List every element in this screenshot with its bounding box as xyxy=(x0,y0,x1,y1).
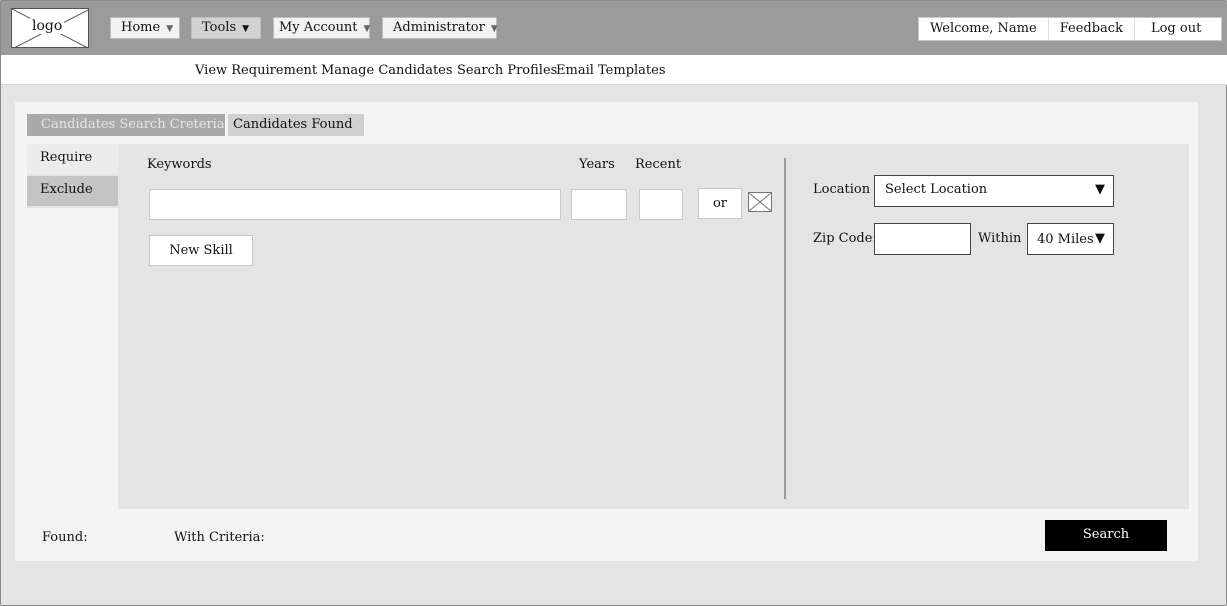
search-button[interactable]: Search xyxy=(1045,520,1167,551)
caret-down-icon: ▼ xyxy=(1095,231,1105,246)
new-skill-button[interactable]: New Skill xyxy=(149,235,253,266)
subnav-manage-candidates[interactable]: Manage Candidates xyxy=(321,63,453,78)
keywords-label: Keywords xyxy=(147,157,212,172)
caret-down-icon: ▼ xyxy=(1095,182,1105,197)
within-select-value: 40 Miles xyxy=(1037,232,1094,247)
nav-my-account[interactable]: My Account ▼ xyxy=(273,17,370,39)
recent-input[interactable] xyxy=(639,189,683,220)
criteria-content: Require Exclude Keywords Years Recent or… xyxy=(27,144,1189,509)
within-label: Within xyxy=(978,231,1022,246)
within-select[interactable]: 40 Miles ▼ xyxy=(1027,223,1114,255)
close-box-icon[interactable] xyxy=(748,192,772,212)
found-label: Found: xyxy=(42,530,88,545)
nav-tools[interactable]: Tools ▼ xyxy=(191,17,261,39)
welcome-link[interactable]: Welcome, Name xyxy=(919,18,1049,40)
nav-tools-label: Tools xyxy=(202,20,237,35)
location-select[interactable]: Select Location ▼ xyxy=(874,175,1114,207)
vertical-divider xyxy=(784,158,786,499)
or-button[interactable]: or xyxy=(698,188,742,219)
with-criteria-label: With Criteria: xyxy=(174,530,265,545)
subnav-view-requirement[interactable]: View Requirement xyxy=(195,63,317,78)
logo[interactable]: logo xyxy=(11,8,89,48)
nav-home[interactable]: Home ▼ xyxy=(110,17,180,39)
subnav-email-templates[interactable]: Email Templates xyxy=(556,63,666,78)
tab-candidates-found[interactable]: Candidates Found xyxy=(228,114,364,136)
sub-nav: View Requirement Manage Candidates Searc… xyxy=(1,55,1227,85)
years-input[interactable] xyxy=(571,189,627,220)
tab-search-criteria[interactable]: Candidates Search Creteria xyxy=(27,114,225,136)
user-links: Welcome, Name Feedback Log out xyxy=(918,17,1223,41)
caret-down-icon: ▼ xyxy=(363,24,371,34)
feedback-link[interactable]: Feedback xyxy=(1049,18,1135,40)
subnav-search-profiles[interactable]: Search Profiles xyxy=(457,63,557,78)
recent-label: Recent xyxy=(635,157,682,172)
logout-link[interactable]: Log out xyxy=(1135,18,1221,40)
top-bar: logo Home ▼ Tools ▼ My Account ▼ Administra… xyxy=(1,1,1227,55)
app-window: logo Home ▼ Tools ▼ My Account ▼ Administra… xyxy=(0,0,1227,606)
caret-down-icon: ▼ xyxy=(166,24,174,34)
side-tab-exclude[interactable]: Exclude xyxy=(27,176,118,206)
search-panel: Candidates Search Creteria Candidates Fo… xyxy=(15,102,1198,561)
nav-administrator[interactable]: Administrator ▼ xyxy=(382,17,498,39)
caret-down-icon: ▼ xyxy=(242,24,250,34)
nav-administrator-label: Administrator xyxy=(393,20,485,35)
location-label: Location xyxy=(813,182,871,197)
keywords-input[interactable] xyxy=(149,189,561,220)
location-select-value: Select Location xyxy=(885,182,988,197)
side-tab-require[interactable]: Require xyxy=(27,144,118,174)
zip-code-input[interactable] xyxy=(874,223,971,255)
logo-text: logo xyxy=(30,18,65,34)
nav-home-label: Home xyxy=(121,20,161,35)
zip-code-label: Zip Code: xyxy=(813,231,877,246)
years-label: Years xyxy=(579,157,615,172)
nav-my-account-label: My Account xyxy=(279,20,358,35)
caret-down-icon: ▼ xyxy=(490,24,498,34)
side-tab-spacer xyxy=(27,208,118,509)
